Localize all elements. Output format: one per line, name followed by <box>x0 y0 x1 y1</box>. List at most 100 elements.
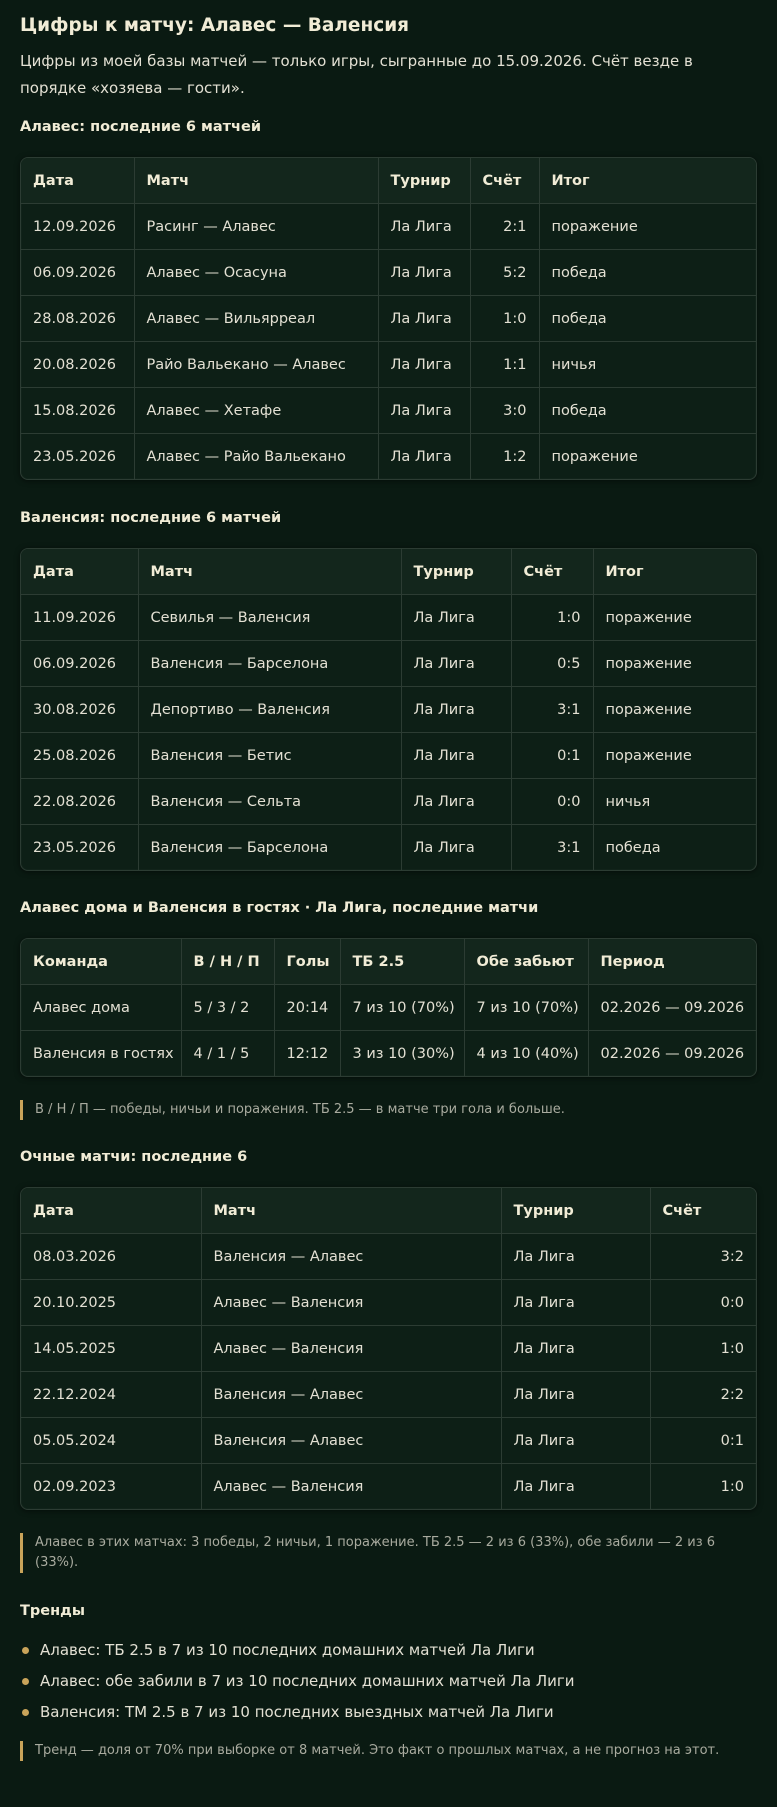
cell-score: 3:1 <box>511 824 594 870</box>
cell-tournament: Ла Лига <box>501 1463 651 1509</box>
col-match: Матч <box>138 549 402 595</box>
cell-result: победа <box>605 839 661 856</box>
cell-tournament: Ла Лига <box>401 640 512 687</box>
cell-match: Алавес — Вильярреал <box>134 295 379 342</box>
cell-score: 1:0 <box>720 1478 744 1495</box>
trend-text: Алавес: обе забили в 7 из 10 последних д… <box>40 1672 575 1690</box>
cell-score: 2:1 <box>470 203 540 250</box>
cell-date: 06.09.2026 <box>21 640 139 687</box>
cell-tournament: Ла Лига <box>501 1325 651 1372</box>
col-btts: Обе забьют <box>464 939 589 985</box>
cell-match: Валенсия — Барселона <box>138 640 402 687</box>
cell-date: 25.08.2026 <box>21 732 139 779</box>
bullet-dot-icon <box>22 1709 29 1716</box>
col-match: Матч <box>134 158 379 204</box>
col-goals: Голы <box>274 939 341 985</box>
cell-score: 1:2 <box>470 433 540 479</box>
table-header-row: Дата Матч Турнир Счёт Итог <box>21 158 756 204</box>
cell-tournament: Ла Лига <box>501 1279 651 1326</box>
cell-date: 22.12.2024 <box>21 1371 202 1418</box>
table-row: 15.08.2026 Алавес — Хетафе Ла Лига 3:0 п… <box>21 387 756 434</box>
trends-list: Алавес: ТБ 2.5 в 7 из 10 последних домаш… <box>20 1635 757 1728</box>
cell-date: 12.09.2026 <box>21 203 135 250</box>
alaves-recent-heading: Алавес: последние 6 матчей <box>20 119 262 135</box>
cell-match: Севилья — Валенсия <box>138 594 402 641</box>
col-over25: ТБ 2.5 <box>340 939 465 985</box>
table-row: 06.09.2026 Валенсия — Барселона Ла Лига … <box>21 640 756 687</box>
cell-date: 02.09.2023 <box>21 1463 202 1509</box>
table-row: 11.09.2026 Севилья — Валенсия Ла Лига 1:… <box>21 594 756 641</box>
cell-match: Депортиво — Валенсия <box>138 686 402 733</box>
cell-tournament: Ла Лига <box>378 341 471 388</box>
cell-tournament: Ла Лига <box>401 732 512 779</box>
bullet-dot-icon <box>22 1678 29 1685</box>
cell-goals: 20:14 <box>274 984 341 1031</box>
cell-wdl: 5 / 3 / 2 <box>181 984 275 1031</box>
cell-date: 06.09.2026 <box>21 249 135 296</box>
cell-match: Расинг — Алавес <box>134 203 379 250</box>
table-row: 23.05.2026 Алавес — Райо Вальекано Ла Ли… <box>21 433 756 479</box>
cell-score: 2:2 <box>650 1371 756 1418</box>
cell-match: Райо Вальекано — Алавес <box>134 341 379 388</box>
cell-tournament: Ла Лига <box>401 778 512 825</box>
cell-match: Алавес — Райо Вальекано <box>134 433 379 479</box>
table-row: 25.08.2026 Валенсия — Бетис Ла Лига 0:1 … <box>21 732 756 779</box>
cell-result: поражение <box>593 594 756 641</box>
cell-tournament: Ла Лига <box>378 249 471 296</box>
col-date: Дата <box>21 549 139 595</box>
cell-match: Алавес — Осасуна <box>134 249 379 296</box>
page: Цифры к матчу: Алавес — Валенсия Цифры и… <box>0 0 777 1761</box>
cell-team: Алавес дома <box>21 984 182 1031</box>
cell-result: победа <box>539 249 756 296</box>
cell-period: 02.2026 — 09.2026 <box>600 1045 745 1062</box>
col-team: Команда <box>21 939 182 985</box>
cell-over25: 7 из 10 (70%) <box>340 984 465 1031</box>
cell-result: поражение <box>539 203 756 250</box>
cell-result: поражение <box>593 732 756 779</box>
cell-score: 0:0 <box>650 1279 756 1326</box>
cell-team: Валенсия в гостях <box>21 1030 182 1076</box>
cell-tournament: Ла Лига <box>378 203 471 250</box>
cell-tournament: Ла Лига <box>378 433 471 479</box>
cell-wdl: 4 / 1 / 5 <box>181 1030 275 1076</box>
table-row: 28.08.2026 Алавес — Вильярреал Ла Лига 1… <box>21 295 756 342</box>
table-row: 22.08.2026 Валенсия — Сельта Ла Лига 0:0… <box>21 778 756 825</box>
cell-match: Алавес — Валенсия <box>201 1279 502 1326</box>
h2h-table: Дата Матч Турнир Счёт 08.03.2026 Валенси… <box>20 1187 757 1510</box>
col-tournament: Турнир <box>378 158 471 204</box>
col-match: Матч <box>201 1188 502 1234</box>
cell-match: Валенсия — Алавес <box>201 1417 502 1464</box>
cell-match: Валенсия — Алавес <box>201 1233 502 1280</box>
cell-date: 05.05.2024 <box>21 1417 202 1464</box>
trend-text: Алавес: ТБ 2.5 в 7 из 10 последних домаш… <box>40 1641 535 1659</box>
col-score: Счёт <box>470 158 540 204</box>
col-tournament: Турнир <box>501 1188 651 1234</box>
trends-note: Тренд — доля от 70% при выборке от 8 мат… <box>20 1741 757 1761</box>
col-tournament: Турнир <box>401 549 512 595</box>
cell-tournament: Ла Лига <box>401 594 512 641</box>
cell-result: поражение <box>593 640 756 687</box>
cell-match: Валенсия — Сельта <box>138 778 402 825</box>
cell-score: 1:0 <box>470 295 540 342</box>
cell-result: победа <box>539 387 756 434</box>
home-away-table: Команда В / Н / П Голы ТБ 2.5 Обе забьют… <box>20 938 757 1077</box>
col-score: Счёт <box>650 1188 756 1234</box>
table-row: 12.09.2026 Расинг — Алавес Ла Лига 2:1 п… <box>21 203 756 250</box>
trends-heading: Тренды <box>20 1603 85 1619</box>
table-row: 30.08.2026 Депортиво — Валенсия Ла Лига … <box>21 686 756 733</box>
col-result: Итог <box>539 158 756 204</box>
col-score: Счёт <box>511 549 594 595</box>
table-header-row: Дата Матч Турнир Счёт <box>21 1188 756 1234</box>
col-date: Дата <box>21 1188 202 1234</box>
cell-score: 1:0 <box>511 594 594 641</box>
cell-tournament: Ла Лига <box>378 295 471 342</box>
col-wdl: В / Н / П <box>181 939 275 985</box>
page-title: Цифры к матчу: Алавес — Валенсия <box>20 15 410 36</box>
valencia-recent-heading: Валенсия: последние 6 матчей <box>20 510 282 526</box>
bullet-dot-icon <box>22 1647 29 1654</box>
h2h-note: Алавес в этих матчах: 3 победы, 2 ничьи,… <box>20 1533 757 1573</box>
cell-tournament: Ла Лига <box>501 1417 651 1464</box>
cell-over25: 3 из 10 (30%) <box>340 1030 465 1076</box>
col-period: Период <box>588 939 756 985</box>
cell-match: Алавес — Хетафе <box>134 387 379 434</box>
